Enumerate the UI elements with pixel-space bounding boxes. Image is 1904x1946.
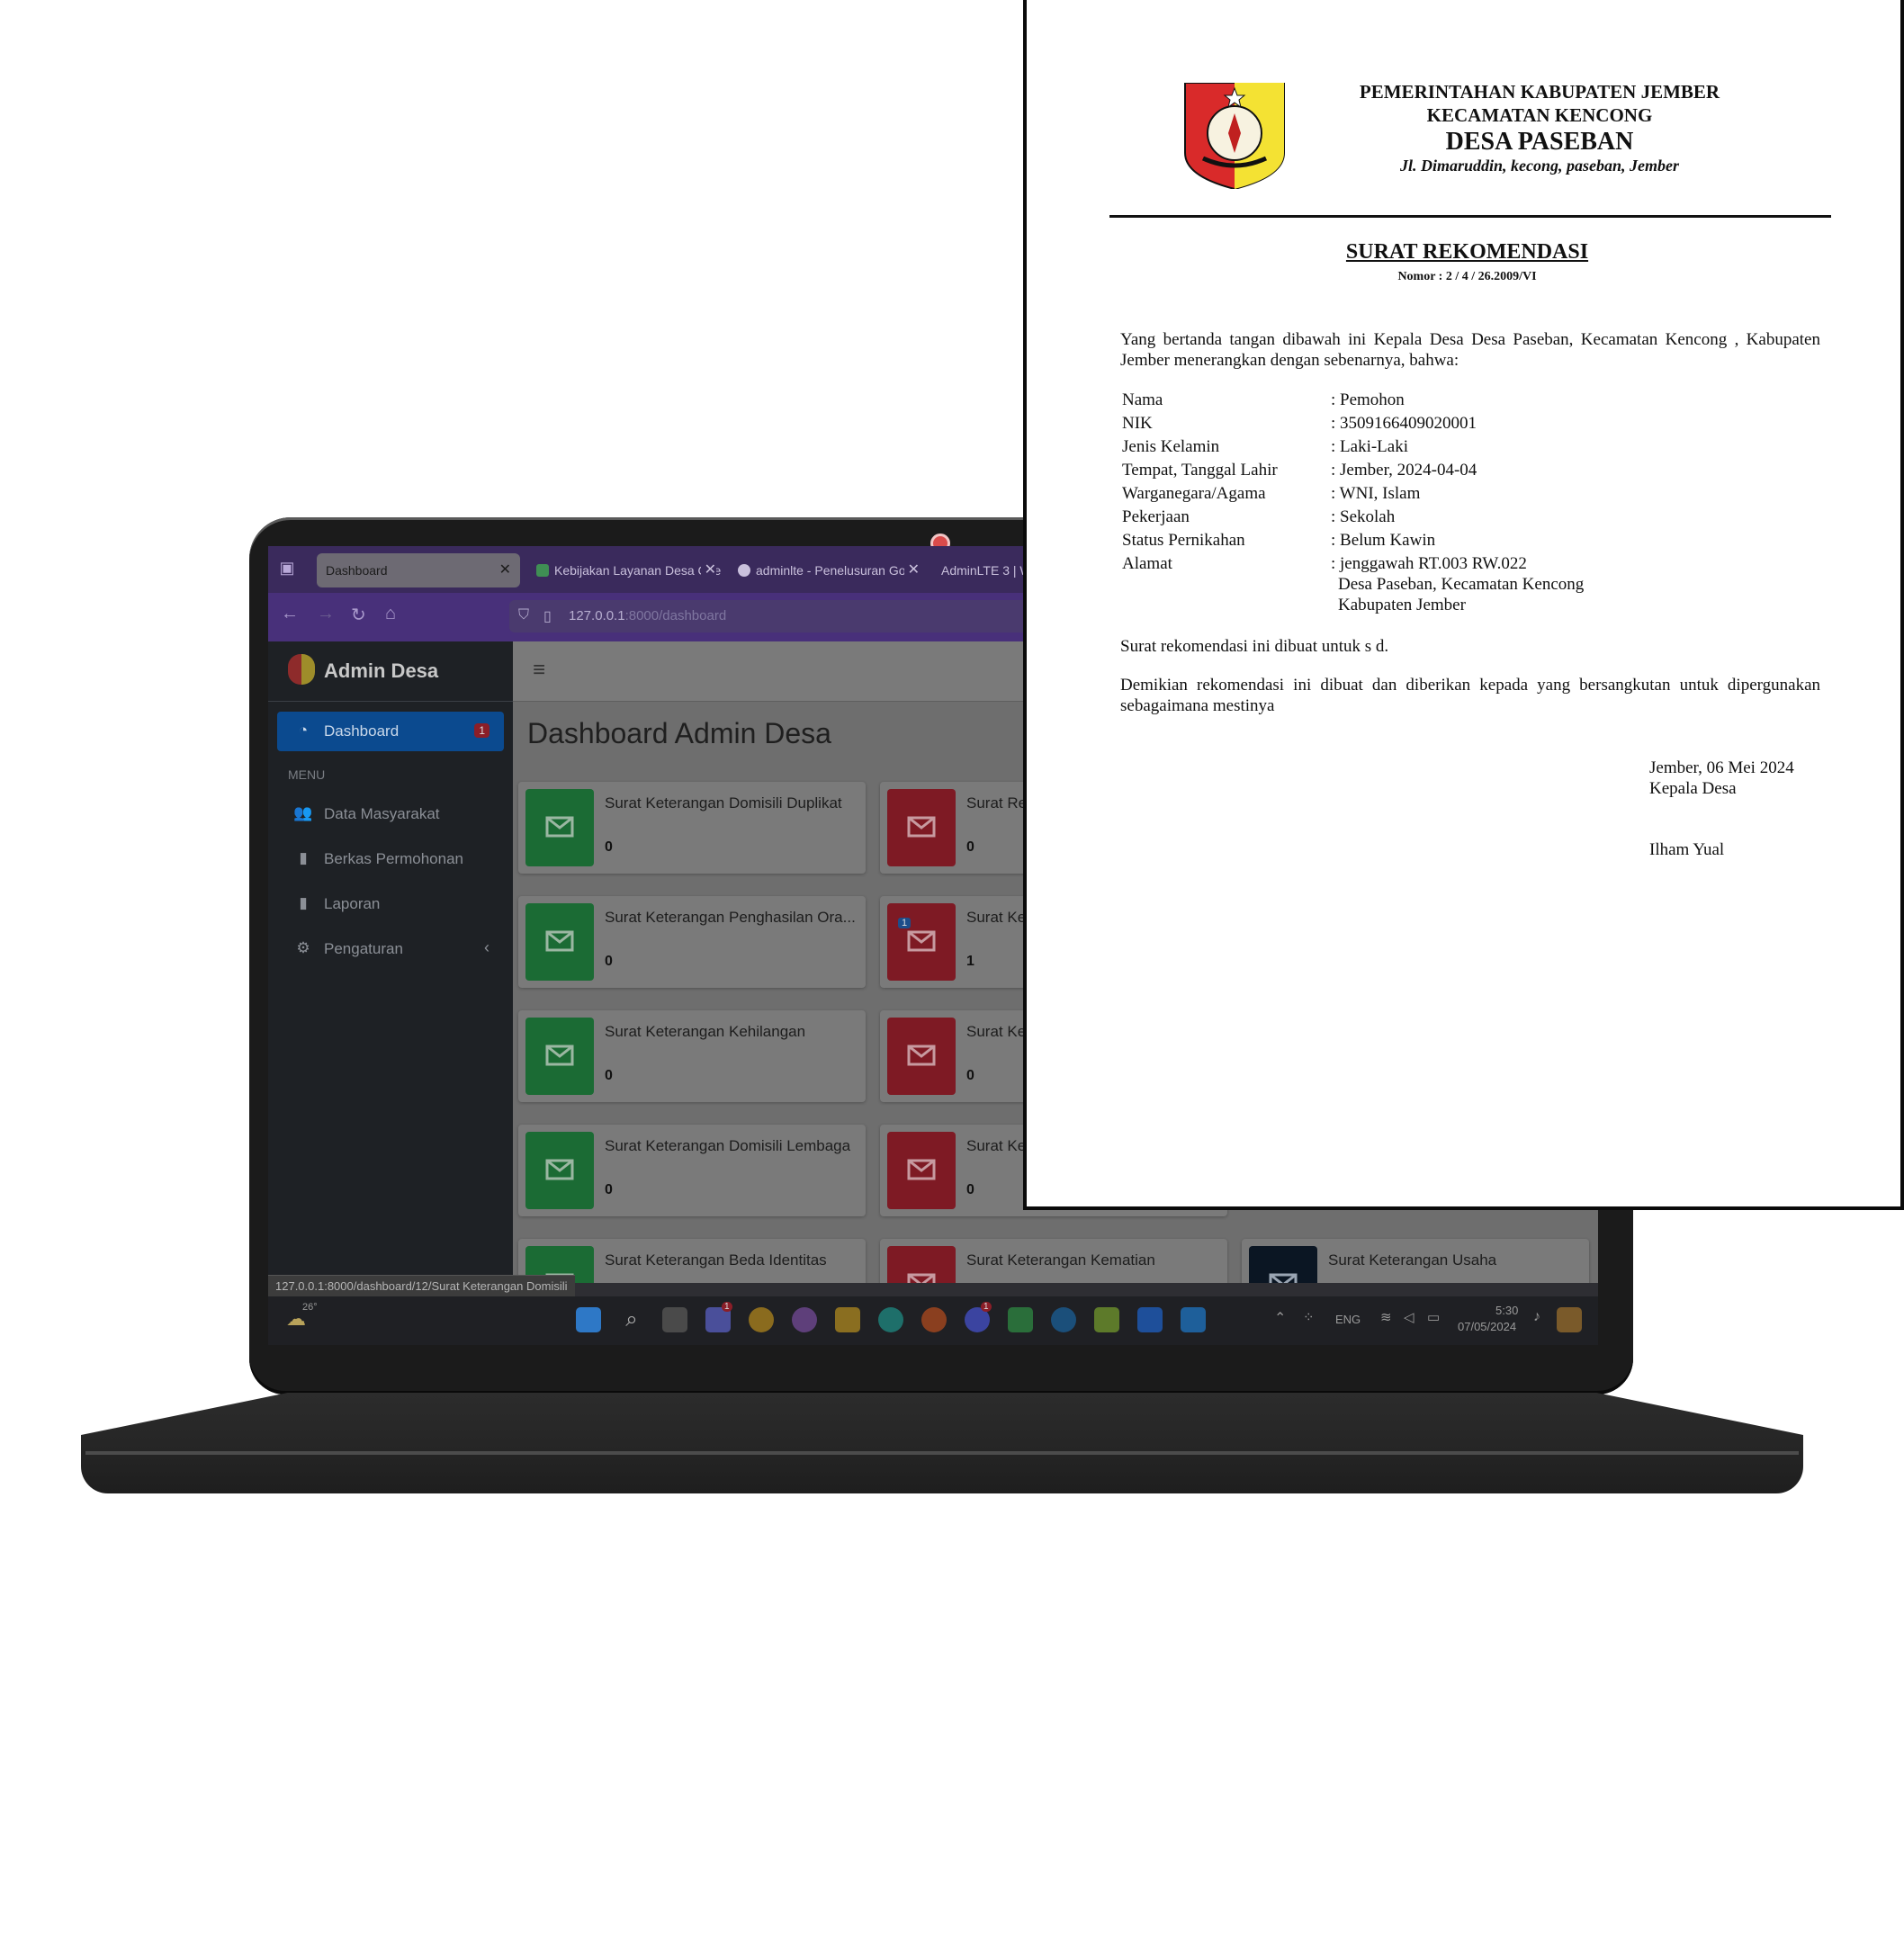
google-icon <box>738 564 750 577</box>
bell-icon[interactable]: ♪ <box>1533 1309 1540 1325</box>
chevron-up-icon[interactable]: ⌃ <box>1274 1309 1286 1327</box>
notification-badge: 1 <box>898 918 912 928</box>
sidebar-item-pengaturan[interactable]: ⚙ Pengaturan ‹ <box>277 929 504 969</box>
letterhead-address: Jl. Dimaruddin, kecong, paseban, Jember <box>1399 157 1679 175</box>
closing-paragraph: Demikian rekomendasi ini dibuat dan dibe… <box>1120 676 1820 715</box>
back-arrow-icon[interactable]: ← <box>281 604 299 624</box>
field-row: Pekerjaan: Sekolah <box>1122 507 1396 526</box>
url-text: 127.0.0.1:8000/dashboard <box>569 608 727 623</box>
stat-card[interactable]: Surat Keterangan Domisili Lembaga 0 <box>518 1125 866 1216</box>
sidebar-item-data-masyarakat[interactable]: 👥 Data Masyarakat <box>277 794 504 834</box>
envelope-icon <box>1249 1246 1317 1283</box>
envelope-icon <box>525 903 594 981</box>
envelope-icon <box>525 789 594 866</box>
signatory-position: Kepala Desa <box>1649 779 1737 798</box>
firefox-icon[interactable] <box>921 1307 947 1332</box>
envelope-icon <box>525 1018 594 1095</box>
page-icon: ▯ <box>543 609 552 624</box>
wifi-icon[interactable]: ≋ <box>1380 1309 1392 1325</box>
close-icon[interactable]: ✕ <box>903 553 920 587</box>
field-row: Tempat, Tanggal Lahir: Jember, 2024-04-0… <box>1122 461 1477 480</box>
place-date: Jember, 06 Mei 2024 <box>1649 758 1794 777</box>
search-icon[interactable]: ⌕ <box>619 1307 644 1332</box>
spreadsheet-icon[interactable] <box>1094 1307 1119 1332</box>
battery-icon[interactable]: ▭ <box>1427 1309 1440 1325</box>
field-row: Status Pernikahan: Belum Kawin <box>1122 531 1436 550</box>
close-icon[interactable]: ✕ <box>499 553 511 587</box>
home-icon[interactable]: ⌂ <box>385 604 396 624</box>
menu-header: MENU <box>288 767 326 782</box>
village-logo <box>288 654 315 685</box>
purpose-paragraph: Surat rekomendasi ini dibuat untuk s d. <box>1120 637 1389 656</box>
task-view-icon[interactable] <box>662 1307 687 1332</box>
word-icon[interactable] <box>1137 1307 1163 1332</box>
letterhead-district: KECAMATAN KENCONG <box>1426 104 1653 126</box>
close-icon[interactable]: ✕ <box>700 553 716 587</box>
brand[interactable]: Admin Desa <box>268 641 513 702</box>
stat-card[interactable]: Surat Keterangan Penghasilan Ora... 0 <box>518 896 866 988</box>
app-icon[interactable] <box>792 1307 817 1332</box>
envelope-icon <box>887 789 956 866</box>
tab-kebijakan[interactable]: Kebijakan Layanan Desa Ove ✕ <box>527 553 725 587</box>
notepad-icon[interactable] <box>1008 1307 1033 1332</box>
envelope-icon <box>525 1132 594 1209</box>
letterhead-village: DESA PASEBAN <box>1445 128 1634 156</box>
shield-icon: ⛉ <box>518 607 530 623</box>
vscode-icon[interactable] <box>1181 1307 1206 1332</box>
stat-card[interactable]: Surat Keterangan Domisili Duplikat 0 <box>518 782 866 874</box>
field-row: Alamat: jenggawah RT.003 RW.022 <box>1122 554 1527 573</box>
hamburger-menu-icon[interactable]: ≡ <box>533 658 545 683</box>
gear-icon: ⚙ <box>296 939 310 956</box>
envelope-icon: 1 <box>887 903 956 981</box>
tab-dashboard[interactable]: Dashboard ✕ <box>317 553 520 587</box>
tab-google-search[interactable]: adminlte - Penelusuran Goog ✕ <box>729 553 929 587</box>
sidebar-item-laporan[interactable]: ▮ Laporan <box>277 884 504 924</box>
chrome-icon[interactable] <box>749 1307 774 1332</box>
envelope-icon <box>887 1018 956 1095</box>
link-status-bar: 127.0.0.1:8000/dashboard/12/Surat Ketera… <box>268 1275 575 1297</box>
letter-document: PEMERINTAHAN KABUPATEN JEMBER KECAMATAN … <box>1023 0 1904 1210</box>
jember-crest-logo <box>1184 83 1285 189</box>
document-title: SURAT REKOMENDASI <box>1345 240 1589 264</box>
file-text-icon: ▮ <box>299 894 308 911</box>
notification-badge: 1 <box>474 723 489 738</box>
field-row: Nama: Pemohon <box>1122 390 1405 409</box>
laptop-base <box>81 1393 1803 1493</box>
reload-icon[interactable]: ↻ <box>351 604 366 626</box>
letterhead-regency: PEMERINTAHAN KABUPATEN JEMBER <box>1359 81 1720 103</box>
chevron-left-icon: ‹ <box>484 938 489 956</box>
users-icon: 👥 <box>293 804 313 821</box>
sidebar-item-berkas-permohonan[interactable]: ▮ Berkas Permohonan <box>277 839 504 879</box>
intro-paragraph: Yang bertanda tangan dibawah ini Kepala … <box>1120 330 1820 370</box>
laptop-base-edge <box>85 1451 1799 1455</box>
letterhead-divider <box>1109 215 1831 218</box>
edge-icon[interactable] <box>878 1307 903 1332</box>
folder-icon[interactable] <box>835 1307 860 1332</box>
forward-arrow-icon[interactable]: → <box>317 604 335 624</box>
page-favicon-icon <box>536 564 549 577</box>
globe-app-icon[interactable] <box>1051 1307 1076 1332</box>
document-number: Nomor : 2 / 4 / 26.2009/VI <box>1397 270 1537 283</box>
field-row: Warganegara/Agama: WNI, Islam <box>1122 484 1421 503</box>
dashboard-gauge-icon: ◔ <box>298 722 309 739</box>
signatory-name: Ilham Yual <box>1649 840 1725 859</box>
tray-app-icon[interactable]: ⁘ <box>1303 1309 1315 1325</box>
envelope-icon <box>887 1132 956 1209</box>
stat-card[interactable]: Surat Keterangan Kematian <box>880 1239 1227 1283</box>
envelope-icon <box>887 1246 956 1283</box>
stat-card[interactable]: Surat Keterangan Usaha <box>1242 1239 1589 1283</box>
sidebar: Admin Desa ◔ Dashboard 1 MENU 👥 Data Mas… <box>268 641 513 1283</box>
tab-list-icon[interactable]: ▣ <box>275 559 299 580</box>
field-row: NIK: 3509166409020001 <box>1122 414 1477 433</box>
sidebar-item-dashboard[interactable]: ◔ Dashboard 1 <box>277 712 504 751</box>
page-title: Dashboard Admin Desa <box>527 717 831 749</box>
start-windows-icon[interactable] <box>576 1307 601 1332</box>
file-icon: ▮ <box>299 849 308 866</box>
stat-card[interactable]: Surat Keterangan Kehilangan 0 <box>518 1010 866 1102</box>
taskbar: ☁ 26° ⌕ 1 1 ⌃ ⁘ ENG ≋ ◁ ▭ 5:30 07/05/202… <box>268 1296 1598 1345</box>
copilot-icon[interactable] <box>1557 1307 1582 1332</box>
field-row: Jenis Kelamin: Laki-Laki <box>1122 437 1408 456</box>
volume-icon[interactable]: ◁ <box>1404 1309 1415 1325</box>
